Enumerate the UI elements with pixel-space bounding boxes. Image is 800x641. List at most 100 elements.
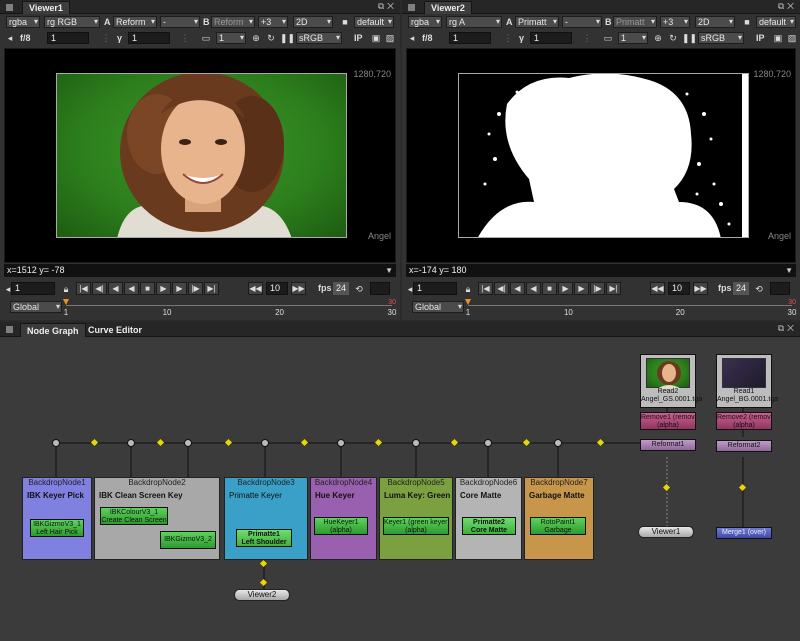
remove1-node[interactable]: Remove1 (remove) (alpha) [640, 412, 696, 430]
proxy-dropdown[interactable]: 1 [618, 32, 648, 44]
input-process-toggle[interactable]: IP [756, 32, 765, 44]
input-a-dropdown[interactable]: Reform [113, 16, 157, 28]
mask-icon[interactable]: ▨ [786, 32, 798, 44]
input-b-dropdown[interactable]: Primatt [613, 16, 657, 28]
current-frame-field[interactable]: 1 [11, 282, 55, 295]
ibk-gizmo2-node[interactable]: IBKGizmoV3_2 [160, 531, 216, 549]
gamma-field[interactable]: 1 [530, 32, 572, 44]
proxy-icon[interactable]: ▭ [602, 32, 614, 44]
read1-node[interactable]: Read1 Angel_BG.0001.tga [716, 354, 778, 408]
tab-viewer1[interactable]: Viewer1 [22, 1, 70, 14]
panel-grip-icon[interactable] [6, 4, 13, 11]
info-expand-icon[interactable]: ▼ [385, 264, 393, 277]
input-b-dropdown[interactable]: Reform [211, 16, 255, 28]
view-mode-dropdown[interactable]: 2D [293, 16, 333, 28]
tab-curve-editor[interactable]: Curve Editor [82, 323, 148, 337]
viewer1-canvas[interactable]: 1280,720 Angel [4, 48, 396, 263]
ibk-gizmo1-node[interactable]: IBKGizmoV3_1 Left Hair Pick [30, 519, 84, 537]
prev-frame-button[interactable]: ◀ [510, 282, 525, 295]
colorspace-dropdown[interactable]: sRGB [296, 32, 342, 44]
viewer2-node[interactable]: Viewer2 [234, 589, 290, 601]
playback-range-field[interactable] [370, 282, 390, 295]
pause-icon[interactable]: ❚❚ [280, 32, 295, 44]
wipe-mode-dropdown[interactable]: - [160, 16, 200, 28]
next-keyframe-button[interactable]: |▶ [590, 282, 605, 295]
gain-slider-icon[interactable]: ⋮ [502, 32, 514, 44]
remove2-node[interactable]: Remove2 (remove) (alpha) [716, 412, 772, 430]
next-frame-button[interactable]: ▶ [574, 282, 589, 295]
panel-grip-icon[interactable] [6, 326, 13, 333]
tab-node-graph[interactable]: Node Graph [20, 323, 86, 337]
refresh-icon[interactable]: ↻ [667, 32, 679, 44]
channels-dropdown[interactable]: rgba [6, 16, 40, 28]
channels-dropdown[interactable]: rgba [408, 16, 442, 28]
roi-icon[interactable]: ⊕ [652, 32, 664, 44]
read2-node[interactable]: Read2 Angel_GS.0001.tga [640, 354, 702, 408]
tab-viewer2[interactable]: Viewer2 [424, 1, 472, 14]
rotopaint1-node[interactable]: RotoPaint1 Garbage [530, 517, 586, 535]
mask-icon[interactable]: ▨ [384, 32, 396, 44]
lock-icon[interactable]: 🔒︎ [462, 283, 474, 295]
merge1-node[interactable]: Merge1 (over) [716, 527, 772, 539]
playback-range-field[interactable] [770, 282, 790, 295]
overlay-icon[interactable]: ▣ [772, 32, 784, 44]
panel-window-buttons[interactable]: ⧉✕ [378, 1, 397, 12]
loop-icon[interactable]: ⟲ [353, 283, 365, 295]
lut-dropdown[interactable]: default [354, 16, 394, 28]
step-increment-field[interactable]: 10 [266, 282, 288, 295]
play-backward-button[interactable]: ◀ [526, 282, 541, 295]
backdrop-node3[interactable]: BackdropNode3 Primatte Keyer [224, 477, 308, 560]
overlay-icon[interactable]: ▣ [370, 32, 382, 44]
viewer1-node[interactable]: Viewer1 [638, 526, 694, 538]
playhead-marker[interactable] [63, 299, 69, 305]
gain-arrow-icon[interactable]: ◂ [4, 32, 16, 44]
refresh-icon[interactable]: ↻ [265, 32, 277, 44]
last-frame-button[interactable]: ▶| [606, 282, 621, 295]
fps-value[interactable]: 24 [733, 282, 749, 295]
display-channels-dropdown[interactable]: rg RGB [44, 16, 100, 28]
gain-slider-icon[interactable]: ⋮ [100, 32, 112, 44]
ibk-colour-node[interactable]: IBKColourV3_1 Create Clean Screen [100, 507, 168, 525]
playhead-marker[interactable] [465, 299, 471, 305]
gamma-field[interactable]: 1 [128, 32, 170, 44]
current-frame-field[interactable]: 1 [413, 282, 457, 295]
lock-icon[interactable]: 🔒︎ [60, 283, 72, 295]
colorspace-dropdown[interactable]: sRGB [698, 32, 744, 44]
stop-button[interactable]: ■ [542, 282, 557, 295]
info-expand-icon[interactable]: ▼ [785, 264, 793, 277]
loop-icon[interactable]: ⟲ [753, 283, 765, 295]
gain-field[interactable]: 1 [47, 32, 89, 44]
reformat1-node[interactable]: Reformat1 [640, 439, 696, 451]
first-frame-button[interactable]: |◀ [478, 282, 493, 295]
stop-button[interactable]: ■ [140, 282, 155, 295]
next-frame-button[interactable]: ▶ [172, 282, 187, 295]
display-channels-dropdown[interactable]: rg A [446, 16, 502, 28]
primatte2-node[interactable]: Primatte2 Core Matte [462, 517, 516, 535]
node-graph-canvas[interactable]: BackdropNode1 IBK Keyer Pick BackdropNod… [0, 337, 800, 641]
panel-grip-icon[interactable] [408, 4, 415, 11]
fps-value[interactable]: 24 [333, 282, 349, 295]
step-forward-button[interactable]: ▶▶ [693, 282, 708, 295]
proxy-icon[interactable]: ▭ [200, 32, 212, 44]
prev-keyframe-button[interactable]: ◀| [92, 282, 107, 295]
gain-arrow-icon[interactable]: ◂ [406, 32, 418, 44]
huekeyer1-node[interactable]: HueKeyer1 (alpha) [314, 517, 368, 535]
play-forward-button[interactable]: ▶ [558, 282, 573, 295]
panel-window-buttons[interactable]: ⧉✕ [778, 1, 797, 12]
play-forward-button[interactable]: ▶ [156, 282, 171, 295]
last-frame-button[interactable]: ▶| [204, 282, 219, 295]
camera-icon[interactable]: ■ [339, 16, 351, 28]
prev-frame-button[interactable]: ◀ [108, 282, 123, 295]
first-frame-button[interactable]: |◀ [76, 282, 91, 295]
primatte1-node[interactable]: Primatte1 Left Shoulder [236, 529, 292, 547]
step-back-button[interactable]: ◀◀ [650, 282, 665, 295]
play-backward-button[interactable]: ◀ [124, 282, 139, 295]
pause-icon[interactable]: ❚❚ [682, 32, 697, 44]
timeline-scope-dropdown[interactable]: Global [412, 301, 464, 313]
input-process-toggle[interactable]: IP [354, 32, 363, 44]
input-a-dropdown[interactable]: Primatt [515, 16, 559, 28]
prev-keyframe-button[interactable]: ◀| [494, 282, 509, 295]
next-keyframe-button[interactable]: |▶ [188, 282, 203, 295]
panel-window-buttons[interactable]: ⧉✕ [778, 323, 797, 334]
lut-dropdown[interactable]: default [756, 16, 796, 28]
